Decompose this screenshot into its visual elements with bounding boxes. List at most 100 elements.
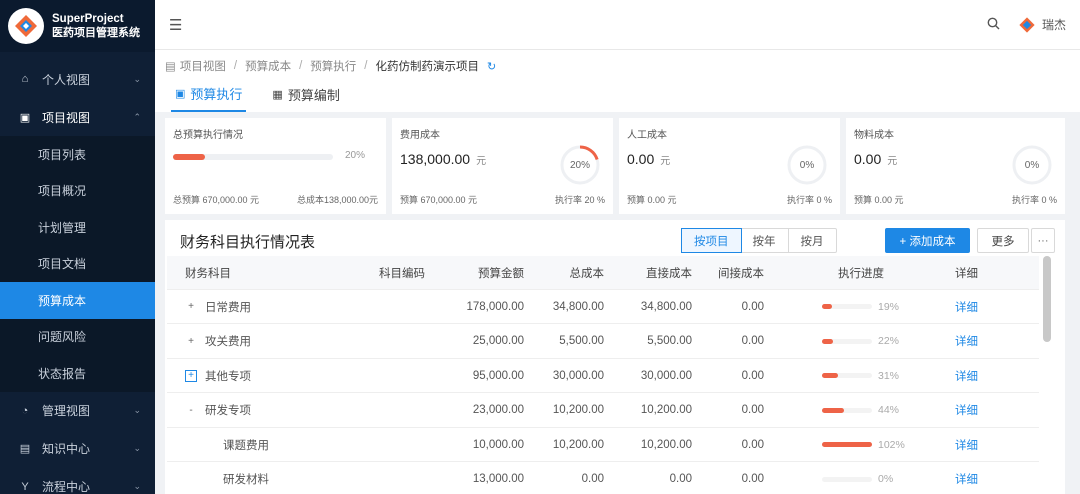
progress-fill (822, 407, 844, 413)
row-budget: 95,000.00 (472, 369, 524, 382)
card-unit: 元 (887, 156, 898, 167)
table-row[interactable]: - 研发专项 23,000.00 10,200.00 10,200.00 0.00 44% 详… (167, 394, 1039, 428)
user-name[interactable]: 瑞杰 (1042, 16, 1066, 33)
scrollbar[interactable] (1043, 256, 1051, 342)
row-budget: 13,000.00 (472, 473, 524, 485)
table-row[interactable]: + 攻关费用 25,000.00 5,500.00 5,500.00 0.00 22% 详细 (167, 325, 1039, 359)
material-ring-label: 0% (1024, 159, 1040, 171)
menu-group-manage[interactable]: ◔ 管理视图 ⌄ (0, 392, 155, 430)
chevron-down-icon: ⌄ (133, 481, 141, 491)
row-total: 10,200.00 (552, 404, 604, 416)
menu-group-flow[interactable]: Y 流程中心 ⌄ (0, 468, 155, 494)
detail-link[interactable]: 详细 (909, 333, 1009, 349)
row-name: + 日常费用 (167, 299, 379, 315)
chevron-down-icon: ⌄ (133, 443, 141, 453)
menu-group-knowledge[interactable]: ▤ 知识中心 ⌄ (0, 430, 155, 468)
table-row[interactable]: + 日常费用 178,000.00 34,800.00 34,800.00 0.00 19%… (167, 290, 1039, 324)
sidebar-item-status[interactable]: 状态报告 (0, 355, 155, 392)
sidebar-item-plan[interactable]: 计划管理 (0, 209, 155, 246)
more-options-icon[interactable]: ··· (1031, 228, 1055, 253)
menu-fold-icon[interactable]: ☰ (169, 16, 182, 34)
sidebar-item-project-overview[interactable]: 项目概况 (0, 172, 155, 209)
row-indirect: 0.00 (741, 335, 764, 347)
expand-toggle-icon[interactable]: - (185, 404, 197, 416)
expand-toggle-icon[interactable]: + (185, 369, 197, 382)
avatar[interactable] (1018, 16, 1036, 34)
more-button[interactable]: 更多 (977, 228, 1029, 253)
by-month-button[interactable]: 按月 (789, 229, 836, 252)
menu-label: 知识中心 (42, 442, 91, 456)
add-cost-button[interactable]: + 添加成本 (885, 228, 970, 253)
panel-title: 财务科目执行情况表 (180, 234, 316, 251)
card-amount: 0.00 (627, 151, 655, 167)
row-progress: 31% (764, 370, 909, 382)
menu-group-project[interactable]: ▣ 项目视图 ⌃ (0, 98, 155, 136)
detail-link[interactable]: 详细 (909, 471, 1009, 487)
book-icon: ▤ (19, 443, 31, 455)
breadcrumb-item[interactable]: 预算执行 (310, 58, 356, 74)
menu-label: 管理视图 (42, 404, 91, 418)
table-row[interactable]: + 其他专项 95,000.00 30,000.00 30,000.00 0.00 31% 详… (167, 359, 1039, 393)
material-budget: 预算 0.00 元 (854, 195, 904, 205)
view-mode-switch: 按项目 按年 按月 (681, 228, 837, 253)
card-material: 物料成本 0.00 元 0% 预算 0.00 元 执行率 0 % (846, 118, 1065, 214)
progress-fill (822, 373, 838, 378)
tab-budget-planning[interactable]: ▦ 预算编制 (268, 84, 343, 112)
sidebar: SuperProject 医药项目管理系统 ⌂ 个人视图 ⌄ ▣ 项目视图 ⌃ … (0, 0, 155, 494)
overall-budget: 总预算 670,000.00 元 (173, 195, 260, 205)
detail-link[interactable]: 详细 (909, 402, 1009, 418)
progress-bar (822, 304, 872, 309)
row-progress: 22% (764, 335, 909, 347)
labor-rate: 执行率 0 % (786, 195, 832, 205)
expand-toggle-icon[interactable]: + (185, 301, 197, 313)
row-indirect: 0.00 (741, 438, 764, 451)
row-budget: 10,000.00 (472, 438, 524, 451)
row-total: 10,200.00 (552, 438, 604, 451)
breadcrumb-icon: ▤ (165, 61, 176, 73)
table-row[interactable]: 研发材料 13,000.00 0.00 0.00 0.00 0% 详细 (167, 463, 1039, 494)
calculator-icon: ▦ (272, 89, 283, 101)
row-name-text: 攻关费用 (205, 336, 251, 348)
by-project-button[interactable]: 按项目 (681, 228, 742, 253)
chevron-up-icon: ⌃ (133, 111, 141, 122)
detail-link[interactable]: 详细 (909, 368, 1009, 384)
row-name: 课题费用 (167, 437, 379, 453)
expand-toggle-icon[interactable]: + (185, 335, 197, 347)
sidebar-item-project-list[interactable]: 项目列表 (0, 136, 155, 173)
progress-bar (822, 476, 872, 482)
search-icon[interactable] (987, 17, 1000, 33)
breadcrumb-item[interactable]: 项目视图 (180, 58, 226, 74)
table-row[interactable]: 课题费用 10,000.00 10,200.00 10,200.00 0.00 102% 详… (167, 428, 1039, 462)
row-direct: 30,000.00 (640, 369, 692, 382)
row-name: + 攻关费用 (167, 333, 379, 349)
sidebar-item-docs[interactable]: 项目文档 (0, 245, 155, 282)
row-name-text: 研发专项 (205, 405, 251, 417)
card-title: 人工成本 (627, 130, 667, 141)
col-direct: 直接成本 (646, 267, 692, 280)
home-icon: ⌂ (21, 73, 29, 85)
refresh-icon[interactable]: ↻ (487, 60, 496, 73)
card-amount: 0.00 (854, 151, 882, 167)
progress-bar (822, 442, 872, 447)
fee-ring-label: 20% (569, 159, 590, 171)
menu-group-personal[interactable]: ⌂ 个人视图 ⌄ (0, 60, 155, 98)
sidebar-item-budget[interactable]: 预算成本 (0, 282, 155, 319)
overall-progress-bar (173, 154, 333, 160)
card-amount: 138,000.00 (400, 151, 471, 167)
sidebar-item-risk[interactable]: 问题风险 (0, 318, 155, 355)
detail-link[interactable]: 详细 (909, 299, 1009, 315)
row-name-text: 课题费用 (223, 439, 269, 452)
row-progress: 0% (764, 473, 909, 485)
row-direct: 34,800.00 (640, 300, 692, 313)
progress-percent: 31% (878, 369, 900, 382)
row-direct: 10,200.00 (640, 404, 692, 416)
detail-link[interactable]: 详细 (909, 437, 1009, 453)
row-name-text: 研发材料 (223, 474, 269, 486)
row-name-text: 日常费用 (205, 301, 251, 314)
menu: ⌂ 个人视图 ⌄ ▣ 项目视图 ⌃ 项目列表 项目概况 计划管理 项目文档 预算… (0, 52, 155, 494)
menu-label: 个人视图 (42, 72, 91, 87)
row-progress: 102% (764, 439, 909, 451)
tab-budget-execution[interactable]: ▣ 预算执行 (171, 84, 247, 112)
by-year-button[interactable]: 按年 (741, 229, 789, 252)
breadcrumb-item[interactable]: 预算成本 (245, 58, 291, 74)
